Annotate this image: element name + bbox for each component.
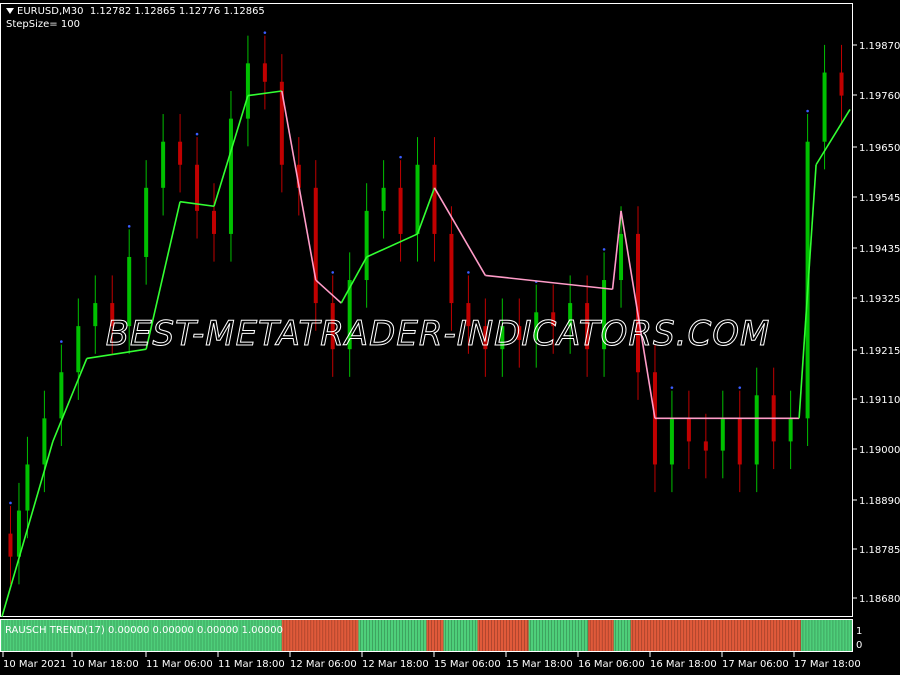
candle-body [669,418,674,465]
candle-body [8,533,13,557]
indicator-block [528,620,589,651]
time-tick-label: 12 Mar 18:00 [362,659,429,670]
fractal-dot [670,386,674,389]
price-tick-label: 1.19215 [859,346,900,357]
time-tick-label: 12 Mar 06:00 [290,659,357,670]
indicator-scale-bottom: 0 [856,640,862,651]
candle-body [228,118,233,234]
fractal-dot [127,225,131,228]
price-axis: 1.19870 1.19760 1.19650 1.19545 1.19435 1.193… [852,41,900,605]
price-tick-label: 1.19325 [859,294,900,305]
time-tick-label: 10 Mar 2021 [3,659,66,670]
price-tick-label: 1.19870 [859,41,900,52]
time-tick-label: 17 Mar 06:00 [722,659,789,670]
trend-segment [485,274,613,291]
candle-body [16,510,21,557]
candle-body [754,395,759,465]
candle-body [212,210,216,234]
fractal-dot [331,271,335,274]
fractal-dot [806,109,809,113]
candle-body [262,63,267,82]
trend-segment [315,279,342,304]
fractal-dot [9,501,12,505]
candle-body [93,303,98,327]
candle-body [703,441,708,451]
price-tick-label: 1.19760 [859,91,900,102]
indicator-block [358,620,427,651]
price-tick-label: 1.19650 [859,143,900,154]
indicator-label: RAUSCH TREND(17) 0.00000 0.00000 0.00000… [5,625,283,636]
candle-body [839,72,844,96]
indicator-block [613,620,631,651]
candle-body [76,326,81,373]
candles-layer [8,31,844,585]
price-chart[interactable]: BEST-METATRADER-INDICATORS.COM 1.198701.… [0,0,900,675]
candle-body [42,418,47,465]
fractal-dot [195,132,199,136]
price-tick-label: 1.19545 [859,193,900,204]
candle-body [449,233,454,304]
candle-body [364,210,369,281]
candle-body [245,63,250,119]
trend-segment [433,187,487,276]
ohlc-values: 1.12782 1.12865 1.12776 1.12865 [89,6,265,17]
candle-body [737,418,742,465]
fractal-dot [60,340,63,343]
candle-body [788,418,793,442]
candle-body [398,187,403,234]
candle-body [720,418,725,451]
price-tick-label: 1.19110 [859,395,900,406]
indicator-block [630,620,801,651]
candle-body [822,72,827,142]
candle-body [25,464,30,511]
indicator-scale-top: 1 [856,626,862,637]
step-size-label: StepSize= 100 [6,19,80,30]
time-tick-label: 15 Mar 18:00 [506,659,573,670]
candle-body [619,233,624,281]
fractal-dot [467,271,470,274]
candle-body [59,372,64,419]
dropdown-triangle-icon[interactable] [6,8,14,14]
watermark: BEST-METATRADER-INDICATORS.COM [106,314,771,354]
price-tick-label: 1.18890 [859,496,900,507]
candle-body [144,187,149,257]
time-axis: 10 Mar 2021 10 Mar 18:00 11 Mar 06:00 11 Ma… [2,652,861,670]
fractal-dot [602,248,606,251]
price-tick-label: 1.18785 [859,545,900,556]
indicator-block [588,620,614,651]
candle-body [313,187,318,304]
trend-segment [281,90,317,281]
price-tick-label: 1.19000 [859,445,900,456]
candle-body [381,187,386,211]
price-tick-label: 1.19435 [859,244,900,255]
fractal-dot [738,386,742,389]
time-tick-label: 17 Mar 18:00 [794,659,861,670]
trend-segment [52,358,88,442]
candle-body [178,141,183,165]
fractal-dot [399,155,402,159]
trend-segment [815,109,851,166]
indicator-block [477,620,529,651]
candle-body [686,418,691,442]
symbol-header[interactable]: EURUSD,M30 1.12782 1.12865 1.12776 1.128… [6,6,265,17]
time-tick-label: 16 Mar 06:00 [578,659,645,670]
candle-body [432,164,437,234]
candle-body [161,141,166,188]
time-tick-label: 16 Mar 18:00 [650,659,717,670]
symbol-name: EURUSD,M30 [17,6,84,17]
time-tick-label: 11 Mar 06:00 [146,659,213,670]
fractal-dot [263,31,267,34]
trend-segment [340,256,368,304]
indicator-block [426,620,444,651]
trend-segment [416,187,436,235]
time-tick-label: 15 Mar 06:00 [434,659,501,670]
candle-body [415,164,420,234]
time-tick-label: 11 Mar 18:00 [218,659,285,670]
indicator-block [800,620,852,651]
trend-segment [366,233,418,258]
price-tick-label: 1.18680 [859,594,900,605]
time-tick-label: 10 Mar 18:00 [72,659,139,670]
